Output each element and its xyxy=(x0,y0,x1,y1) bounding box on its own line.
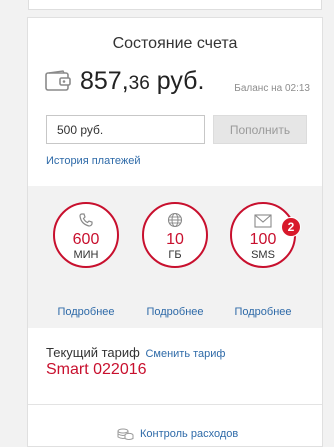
minutes-unit: МИН xyxy=(73,249,99,261)
sms-unit: SMS xyxy=(251,249,275,261)
expense-control-label: Контроль расходов xyxy=(140,428,239,440)
sms-details-link[interactable]: Подробнее xyxy=(223,306,303,318)
internet-remaining-circle[interactable]: 10 ГБ xyxy=(142,202,208,268)
account-status-card: Состояние счета 857,36 руб. Баланс на 02… xyxy=(27,17,323,447)
wallet-icon xyxy=(45,70,71,91)
current-tariff-row: Текущий тариф Сменить тариф xyxy=(46,345,225,360)
balance-fraction: 36 xyxy=(128,73,150,94)
current-tariff-label: Текущий тариф xyxy=(46,345,140,360)
payment-history-link[interactable]: История платежей xyxy=(46,155,141,167)
previous-card-edge xyxy=(28,0,322,10)
internet-value: 10 xyxy=(166,231,184,248)
change-tariff-link[interactable]: Сменить тариф xyxy=(145,348,225,360)
balance-amount: 857,36 руб. xyxy=(80,67,204,96)
internet-unit: ГБ xyxy=(168,249,182,261)
divider xyxy=(28,404,322,405)
internet-details-link[interactable]: Подробнее xyxy=(135,306,215,318)
topup-button[interactable]: Пополнить xyxy=(213,115,307,144)
card-title: Состояние счета xyxy=(112,35,238,52)
balance-timestamp: Баланс на 02:13 xyxy=(234,83,310,94)
topup-amount-input[interactable] xyxy=(46,115,205,144)
phone-icon xyxy=(79,213,93,227)
tariff-name[interactable]: Smart 022016 xyxy=(46,361,147,379)
sms-notification-badge: 2 xyxy=(281,217,301,237)
balance-main: 857, xyxy=(80,67,129,95)
envelope-icon xyxy=(254,214,272,228)
globe-icon xyxy=(167,212,183,228)
minutes-remaining-circle[interactable]: 600 МИН xyxy=(53,202,119,268)
minutes-details-link[interactable]: Подробнее xyxy=(46,306,126,318)
balance-currency: руб. xyxy=(149,67,205,95)
minutes-value: 600 xyxy=(72,231,100,248)
